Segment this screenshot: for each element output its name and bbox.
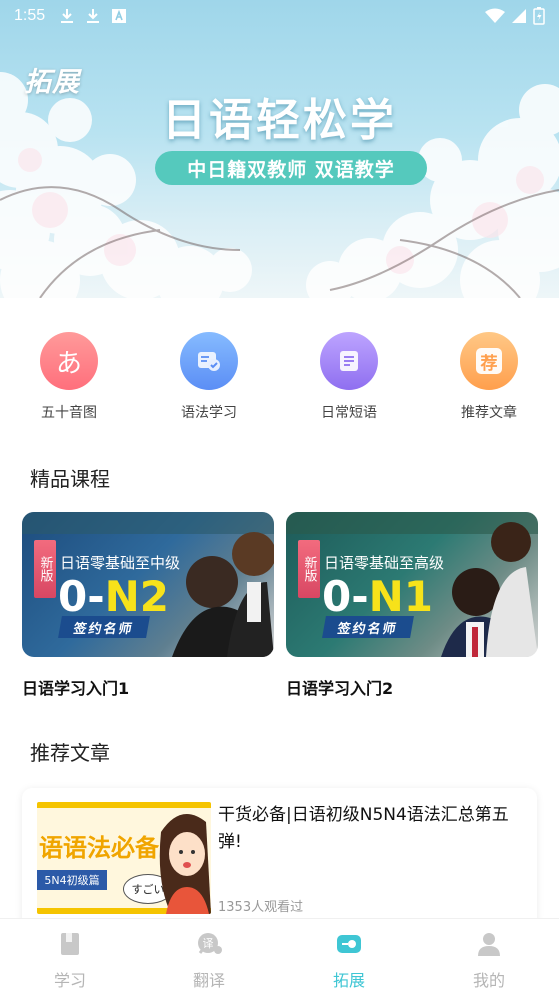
course-sign: 签约名师 [58,616,150,638]
quick-action-label: 五十音图 [41,405,97,421]
article-card[interactable]: 语语法必备 5N4初级篇 すごい 干货必备|日语初级N5N4语法汇总第五弹! 1… [22,788,537,928]
course-name: 日语学习入门2 [286,679,394,698]
course-level: 0-N2 [58,572,170,621]
cherry-blossom-background [0,72,559,298]
course-sign: 签约名师 [322,616,414,638]
expand-icon [337,935,361,953]
nav-item-expand[interactable]: 拓展 [304,931,394,991]
article-title: 干货必备|日语初级N5N4语法汇总第五弹! [218,805,509,852]
nav-item-translate[interactable]: 译 翻译 [164,931,254,991]
quick-action-label: 语法学习 [181,405,237,421]
quick-action-label: 推荐文章 [461,405,517,421]
wifi-icon [485,8,505,23]
nav-item-mine[interactable]: 我的 [444,931,534,991]
article-views: 1353人观看过 [218,900,304,915]
svg-text:译: 译 [203,937,214,950]
thumb-title: 语语法必备 [39,834,159,862]
quick-action-phrase[interactable]: 日常短语 [294,332,404,422]
new-badge: 新版 [298,540,320,598]
book-icon [61,933,79,955]
course-thumbnail: 新版 日语零基础至中级 0-N2 签约名师 [22,512,274,657]
translate-icon: 译 [198,933,222,954]
grammar-icon [180,332,238,390]
banner-subtitle: 中日籍双教师 双语教学 [155,151,427,185]
bottom-nav: 学习 译 翻译 拓展 我的 [0,918,559,993]
new-badge: 新版 [34,540,56,598]
status-bar: 1:55 [0,0,559,32]
course-card[interactable]: 新版 日语零基础至高级 0-N1 签约名师 日语学习入门2 [286,512,538,699]
status-time: 1:55 [14,7,46,24]
kana-icon: あ [40,332,98,390]
banner-title: 日语轻松学 [162,95,397,146]
phrase-icon [320,332,378,390]
quick-action-label: 日常短语 [321,405,377,421]
course-subtitle: 日语零基础至中级 [60,554,181,572]
course-subtitle: 日语零基础至高级 [324,554,445,572]
signal-icon [512,9,526,23]
course-name: 日语学习入门1 [22,679,130,698]
banner[interactable]: 1:55 拓展 日语轻松学 中日籍双教师 双语教学 [0,0,559,298]
battery-icon [533,7,545,25]
quick-actions: あ 五十音图 语法学习 日常短语 荐 推荐文章 [0,332,559,424]
course-level: 0-N1 [322,572,434,621]
course-thumbnail: 新版 日语零基础至高级 0-N1 签约名师 [286,512,538,657]
user-icon [478,933,500,956]
quick-action-kana[interactable]: あ 五十音图 [14,332,124,422]
course-card[interactable]: 新版 日语零基础至中级 0-N2 签约名师 日语学习入门1 [22,512,274,699]
download-icon [87,9,100,23]
section-title-articles: 推荐文章 [30,741,110,765]
download-icon [61,9,74,23]
section-title-courses: 精品课程 [30,467,110,491]
thumb-tag: 5N4初级篇 [37,870,107,890]
quick-action-grammar[interactable]: 语法学习 [154,332,264,422]
quick-action-recommend[interactable]: 荐 推荐文章 [434,332,544,422]
nav-item-study[interactable]: 学习 [25,931,115,991]
recommend-icon: 荐 [460,332,518,390]
font-icon [112,9,127,23]
article-thumbnail: 语语法必备 5N4初级篇 すごい [37,802,211,914]
